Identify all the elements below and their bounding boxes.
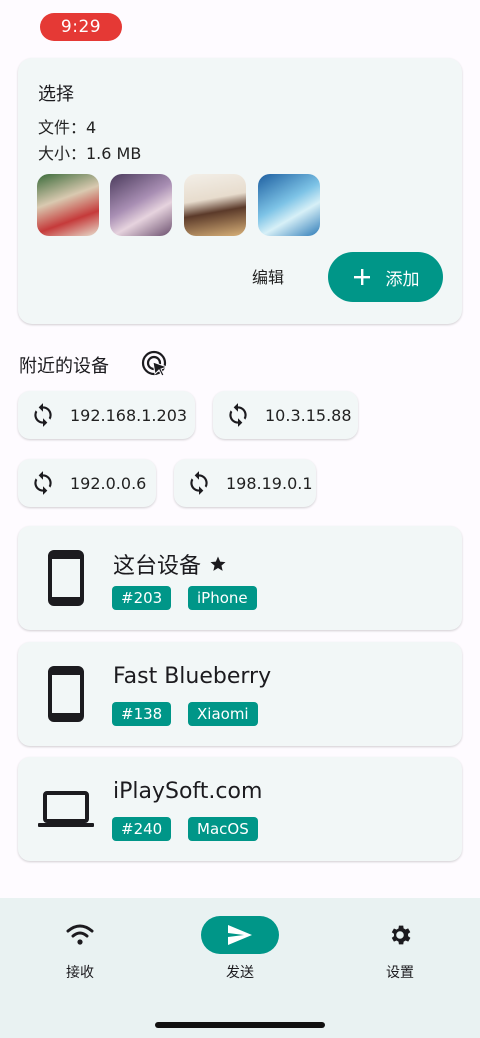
device-type-tag: Xiaomi [188, 702, 258, 726]
nearby-devices-title: 附近的设备 [19, 356, 109, 377]
star-icon [210, 556, 226, 571]
device-name: Fast Blueberry [113, 664, 271, 689]
device-name-text: Fast Blueberry [113, 664, 272, 689]
refresh-icon [190, 471, 208, 495]
device-id-tag: #240 [112, 817, 172, 841]
address-label: 10.3.15.88 [265, 405, 352, 425]
device-name: 这台设备 [113, 548, 227, 580]
device-id-tag: #138 [112, 702, 172, 726]
device-card-this[interactable]: 这台设备 #203 iPhone [18, 526, 462, 630]
address-chip-1[interactable]: 192.168.1.203 [18, 391, 195, 439]
plus-icon [353, 269, 370, 285]
device-name-text: iPlaySoft.com [113, 779, 263, 804]
device-type-tag: MacOS [188, 817, 258, 841]
add-button[interactable]: 添加 [328, 252, 443, 302]
file-count: 文件：4 [38, 118, 97, 137]
thumbnail-3[interactable] [184, 174, 246, 236]
address-label: 198.19.0.1 [226, 473, 313, 493]
device-type-tag: iPhone [188, 586, 257, 610]
file-size: 大小：1.6 MB [38, 144, 142, 163]
device-card-fast-blueberry[interactable]: Fast Blueberry #138 Xiaomi [18, 642, 462, 746]
device-name-text: 这台设备 [113, 554, 202, 579]
bottom-navigation: 接收 发送 设置 [0, 898, 480, 1038]
laptop-icon [38, 791, 94, 827]
device-id-tag: #203 [112, 586, 172, 610]
thumbnail-4[interactable] [258, 174, 320, 236]
status-time: 9:29 [60, 17, 102, 37]
nav-send[interactable]: 发送 [180, 916, 300, 982]
selection-title: 选择 [38, 84, 74, 105]
phone-icon [48, 666, 84, 722]
address-label: 192.168.1.203 [70, 405, 188, 425]
device-name: iPlaySoft.com [113, 779, 262, 804]
nav-settings-label: 设置 [386, 965, 414, 981]
home-indicator [155, 1022, 325, 1028]
address-chip-3[interactable]: 192.0.0.6 [18, 459, 156, 507]
thumbnail-1[interactable] [37, 174, 99, 236]
refresh-icon [34, 471, 52, 495]
send-icon [228, 925, 252, 945]
nav-receive[interactable]: 接收 [20, 916, 140, 982]
device-card-iplaysoft[interactable]: iPlaySoft.com #240 MacOS [18, 757, 462, 861]
phone-icon [48, 550, 84, 606]
thumbnail-2[interactable] [110, 174, 172, 236]
gear-icon [391, 925, 411, 945]
address-label: 192.0.0.6 [70, 473, 147, 493]
refresh-icon [34, 403, 52, 427]
nav-receive-label: 接收 [66, 965, 94, 981]
add-button-label: 添加 [385, 269, 420, 290]
nav-send-label: 发送 [226, 965, 254, 981]
scan-cursor-icon[interactable] [141, 350, 169, 378]
address-chip-2[interactable]: 10.3.15.88 [213, 391, 358, 439]
nav-settings[interactable]: 设置 [340, 916, 460, 982]
address-chip-4[interactable]: 198.19.0.1 [174, 459, 316, 507]
wifi-icon [66, 924, 94, 945]
edit-button[interactable]: 编辑 [252, 264, 284, 288]
selection-card: 选择 文件：4 大小：1.6 MB 编辑 添加 [18, 58, 462, 324]
status-time-pill: 9:29 [40, 13, 122, 41]
refresh-icon [229, 403, 247, 427]
